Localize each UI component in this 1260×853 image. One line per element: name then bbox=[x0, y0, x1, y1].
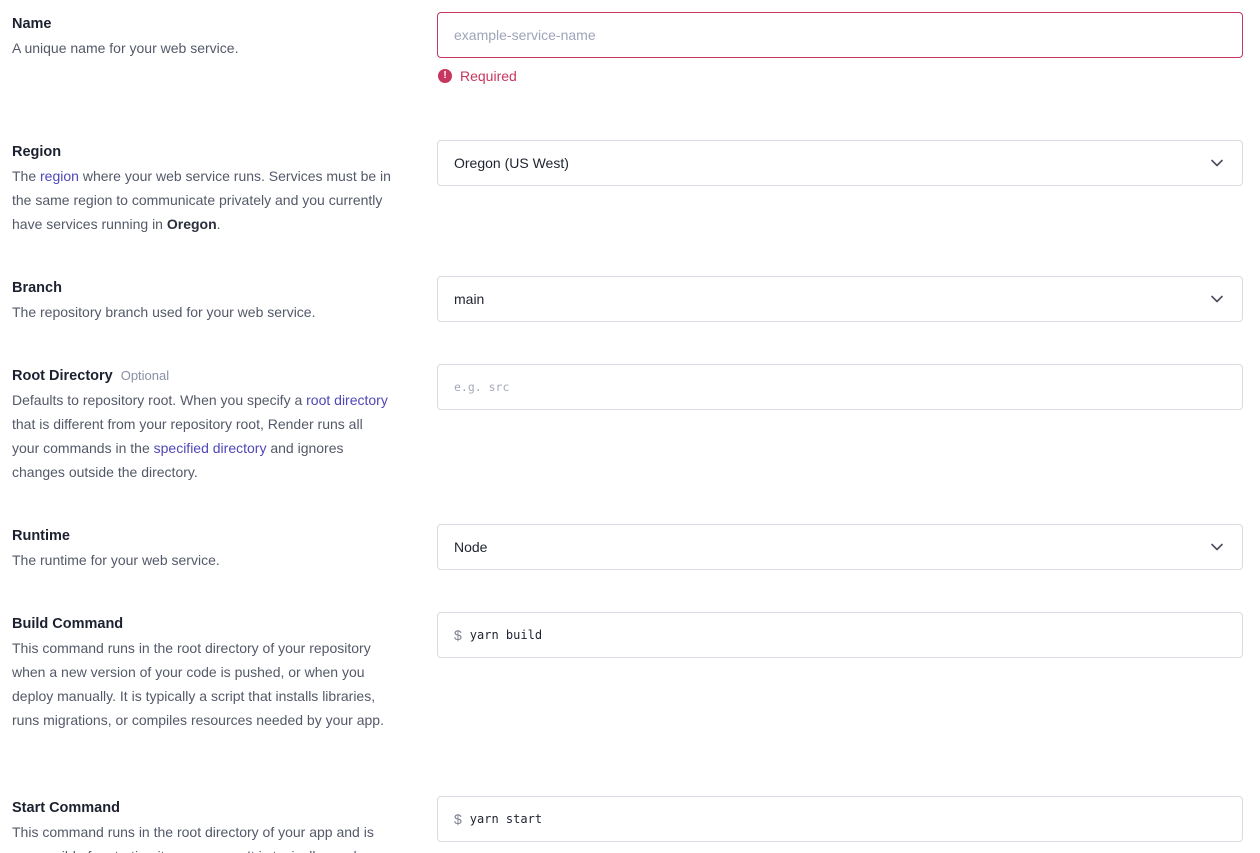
root-dir-label-group: Root Directory Optional Defaults to repo… bbox=[12, 364, 404, 484]
branch-select-value: main bbox=[454, 291, 485, 307]
start-title: Start Command bbox=[12, 800, 120, 816]
name-input-placeholder: example-service-name bbox=[454, 27, 596, 43]
name-error-message: ! Required bbox=[438, 68, 517, 84]
chevron-down-icon bbox=[1208, 290, 1226, 308]
build-command-input[interactable]: $ yarn build bbox=[437, 612, 1243, 658]
start-label-group: Start Command This command runs in the r… bbox=[12, 796, 404, 853]
root-dir-title-row: Root Directory Optional bbox=[12, 364, 404, 388]
optional-label: Optional bbox=[120, 368, 170, 383]
start-command-input[interactable]: $ yarn start bbox=[437, 796, 1243, 842]
name-input[interactable]: example-service-name bbox=[437, 12, 1243, 58]
region-desc-prefix: The bbox=[12, 168, 41, 184]
branch-title: Branch bbox=[12, 280, 62, 296]
name-label-group: Name A unique name for your web service. bbox=[12, 12, 404, 60]
region-desc-bold: Oregon bbox=[166, 216, 217, 232]
branch-select[interactable]: main bbox=[437, 276, 1243, 322]
build-label-group: Build Command This command runs in the r… bbox=[12, 612, 404, 732]
root-dir-description: Defaults to repository root. When you sp… bbox=[12, 388, 392, 484]
build-command-value: yarn build bbox=[469, 628, 543, 642]
region-desc-suffix: . bbox=[216, 216, 221, 232]
runtime-select[interactable]: Node bbox=[437, 524, 1243, 570]
specified-directory-link[interactable]: specified directory bbox=[154, 440, 267, 456]
region-select-value: Oregon (US West) bbox=[454, 155, 569, 171]
start-command-value: yarn start bbox=[469, 812, 543, 826]
runtime-label-group: Runtime The runtime for your web service… bbox=[12, 524, 404, 572]
prompt-symbol: $ bbox=[454, 627, 462, 643]
runtime-title: Runtime bbox=[12, 528, 70, 544]
root-directory-link[interactable]: root directory bbox=[306, 392, 388, 408]
branch-label-group: Branch The repository branch used for yo… bbox=[12, 276, 404, 324]
alert-circle-icon: ! bbox=[438, 69, 452, 83]
region-description: The region where your web service runs. … bbox=[12, 164, 400, 236]
name-title: Name bbox=[12, 16, 52, 32]
prompt-symbol: $ bbox=[454, 811, 462, 827]
chevron-down-icon bbox=[1208, 154, 1226, 172]
chevron-down-icon bbox=[1208, 538, 1226, 556]
runtime-select-value: Node bbox=[454, 539, 488, 555]
runtime-description: The runtime for your web service. bbox=[12, 552, 220, 568]
region-label-group: Region The region where your web service… bbox=[12, 140, 404, 236]
root-dir-input[interactable]: e.g. src bbox=[437, 364, 1243, 410]
region-select[interactable]: Oregon (US West) bbox=[437, 140, 1243, 186]
build-title: Build Command bbox=[12, 616, 124, 632]
name-error-text: Required bbox=[460, 68, 517, 84]
root-dir-desc-part1: Defaults to repository root. When you sp… bbox=[12, 392, 307, 408]
root-dir-input-placeholder: e.g. src bbox=[454, 380, 510, 394]
region-link[interactable]: region bbox=[40, 168, 79, 184]
name-description: A unique name for your web service. bbox=[12, 40, 239, 56]
root-dir-title: Root Directory bbox=[12, 368, 113, 384]
branch-description: The repository branch used for your web … bbox=[12, 304, 316, 320]
build-description: This command runs in the root directory … bbox=[12, 640, 384, 728]
start-description: This command runs in the root directory … bbox=[12, 824, 374, 853]
region-title: Region bbox=[12, 144, 62, 160]
